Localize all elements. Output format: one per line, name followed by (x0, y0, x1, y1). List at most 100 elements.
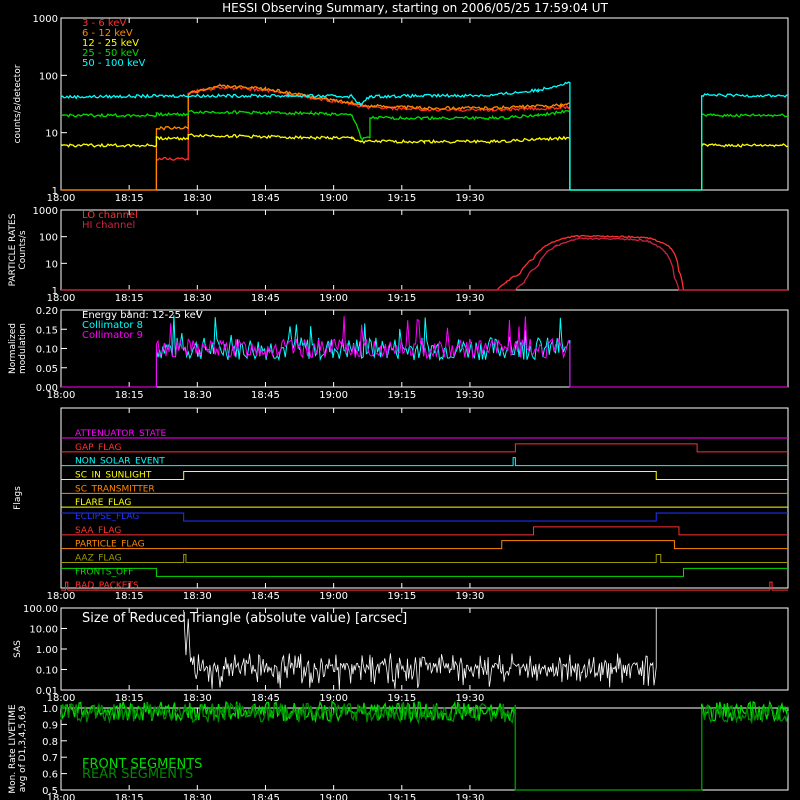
y-tick-label: 100 (39, 71, 58, 82)
legend-entry: HI channel (82, 220, 135, 231)
y-tick-label: 10 (45, 259, 58, 270)
y-tick-label: 0.10 (36, 666, 58, 677)
flags-frame (60, 407, 789, 589)
x-tick-label: 18:30 (183, 793, 212, 800)
flag-label: FRONTS_OFF (75, 567, 133, 577)
observing-summary-plot: HESSI Observing Summary, starting on 200… (8, 1, 789, 800)
x-tick-label: 18:30 (183, 193, 212, 204)
x-tick-label: 18:15 (115, 591, 144, 602)
x-tick-label: 19:00 (319, 390, 348, 401)
flag-line (61, 554, 788, 563)
y-tick-label: 100 (39, 233, 58, 244)
flag-label: AAZ_FLAG (75, 554, 122, 564)
y-tick-label: 1.00 (36, 645, 58, 656)
y-axis-label: avg of D1,3,4,5,6,9 (18, 705, 28, 792)
y-tick-label: 0.05 (36, 364, 58, 375)
y-tick-label: 0.9 (42, 720, 58, 731)
y-axis-label: Mon. Rate LIVETIME (8, 704, 18, 794)
flag-label: ATTENUATOR_STATE (75, 429, 167, 439)
flag-line (61, 567, 788, 577)
modulation-frame (60, 309, 789, 388)
x-tick-label: 19:30 (456, 390, 485, 401)
y-tick-label: 10 (45, 129, 58, 140)
x-tick-label: 19:00 (319, 193, 348, 204)
x-tick-label: 18:45 (251, 793, 280, 800)
series-line (60, 81, 789, 191)
y-tick-label: 1.0 (42, 704, 58, 715)
y-tick-label: 1000 (33, 14, 58, 25)
flag-label: PARTICLE_FLAG (75, 540, 145, 550)
flag-label: BAD_PACKETS (75, 581, 139, 591)
y-tick-label: 0.5 (42, 786, 58, 797)
x-tick-label: 18:30 (183, 293, 212, 304)
y-tick-label: 0.15 (36, 325, 58, 336)
y-tick-label: 0.00 (36, 383, 58, 394)
sas-panel: 18:00 18:15 18:30 18:45 19:00 19:15 19:300.010… (13, 604, 789, 704)
count-rates-frame (60, 17, 789, 191)
x-tick-label: 18:45 (251, 390, 280, 401)
y-tick-label: 1 (52, 286, 58, 297)
flag-line (61, 457, 788, 467)
flag-label: SC_IN_SUNLIGHT (75, 471, 152, 481)
x-tick-label: 18:45 (251, 293, 280, 304)
x-tick-label: 19:30 (456, 293, 485, 304)
count-rates-panel: 18:00 18:15 18:30 18:45 19:00 19:15 19:3011010… (13, 14, 789, 204)
series-line (60, 109, 789, 191)
x-tick-label: 18:30 (183, 390, 212, 401)
x-tick-label: 18:00 (47, 591, 76, 602)
legend-entry: 50 - 100 keV (82, 58, 146, 69)
livetime-panel: 18:00 18:15 18:30 18:45 19:00 19:15 19:300.50.… (8, 700, 789, 800)
x-tick-label: 19:15 (387, 793, 416, 800)
flag-line (61, 512, 788, 522)
x-tick-label: 18:15 (115, 693, 144, 704)
y-axis-label: Normalized (8, 323, 18, 374)
x-tick-label: 19:15 (387, 693, 416, 704)
legend-entry: Collimator 9 (82, 330, 143, 341)
modulation-panel: 18:00 18:15 18:30 18:45 19:00 19:15 19:300.000… (8, 306, 789, 401)
flag-label: SC_TRANSMITTER (75, 484, 155, 494)
y-axis-label: SAS (13, 640, 23, 658)
x-tick-label: 18:15 (115, 390, 144, 401)
x-tick-label: 18:15 (115, 193, 144, 204)
x-tick-label: 18:30 (183, 693, 212, 704)
particle-rates-frame (60, 209, 789, 291)
x-tick-label: 19:15 (387, 591, 416, 602)
x-tick-label: 19:30 (456, 591, 485, 602)
y-tick-label: 0.6 (42, 770, 58, 781)
x-tick-label: 18:15 (115, 293, 144, 304)
y-axis-label: Counts/s (18, 230, 28, 269)
x-tick-label: 19:30 (456, 793, 485, 800)
flag-line (61, 471, 788, 480)
particle-rates-panel: 18:00 18:15 18:30 18:45 19:00 19:15 19:3011010… (8, 206, 789, 304)
flag-label: FLARE_FLAG (75, 498, 131, 508)
x-tick-label: 19:15 (387, 193, 416, 204)
y-tick-label: 0.20 (36, 306, 58, 317)
x-tick-label: 19:00 (319, 293, 348, 304)
y-axis-label: modulation (18, 323, 28, 374)
y-tick-label: 10.00 (29, 625, 58, 636)
plot-title: HESSI Observing Summary, starting on 200… (222, 1, 608, 15)
flag-label: SAA_FLAG (75, 526, 121, 536)
y-tick-label: 100.00 (23, 604, 58, 615)
x-tick-label: 19:30 (456, 693, 485, 704)
flag-line (61, 526, 788, 536)
x-tick-label: 19:15 (387, 390, 416, 401)
x-tick-label: 19:15 (387, 293, 416, 304)
x-tick-label: 18:45 (251, 591, 280, 602)
x-tick-label: 18:15 (115, 793, 144, 800)
flags-panel: 18:00 18:15 18:30 18:45 19:00 19:15 19:30 Flags… (13, 407, 789, 602)
legend-entry: Size of Reduced Triangle (absolute value… (82, 611, 407, 626)
flag-line (61, 443, 788, 453)
legend-entry: REAR SEGMENTS (82, 767, 193, 782)
x-tick-label: 19:00 (319, 793, 348, 800)
x-tick-label: 19:30 (456, 193, 485, 204)
x-tick-label: 19:00 (319, 591, 348, 602)
flag-label: ECLIPSE_FLAG (75, 512, 139, 522)
y-tick-label: 1 (52, 186, 58, 197)
series-line (61, 234, 788, 291)
y-tick-label: 0.7 (42, 753, 58, 764)
y-axis-label: PARTICLE RATES (8, 213, 18, 286)
y-axis-label: Flags (13, 486, 23, 510)
series-line (61, 237, 788, 291)
y-tick-label: 0.10 (36, 345, 58, 356)
